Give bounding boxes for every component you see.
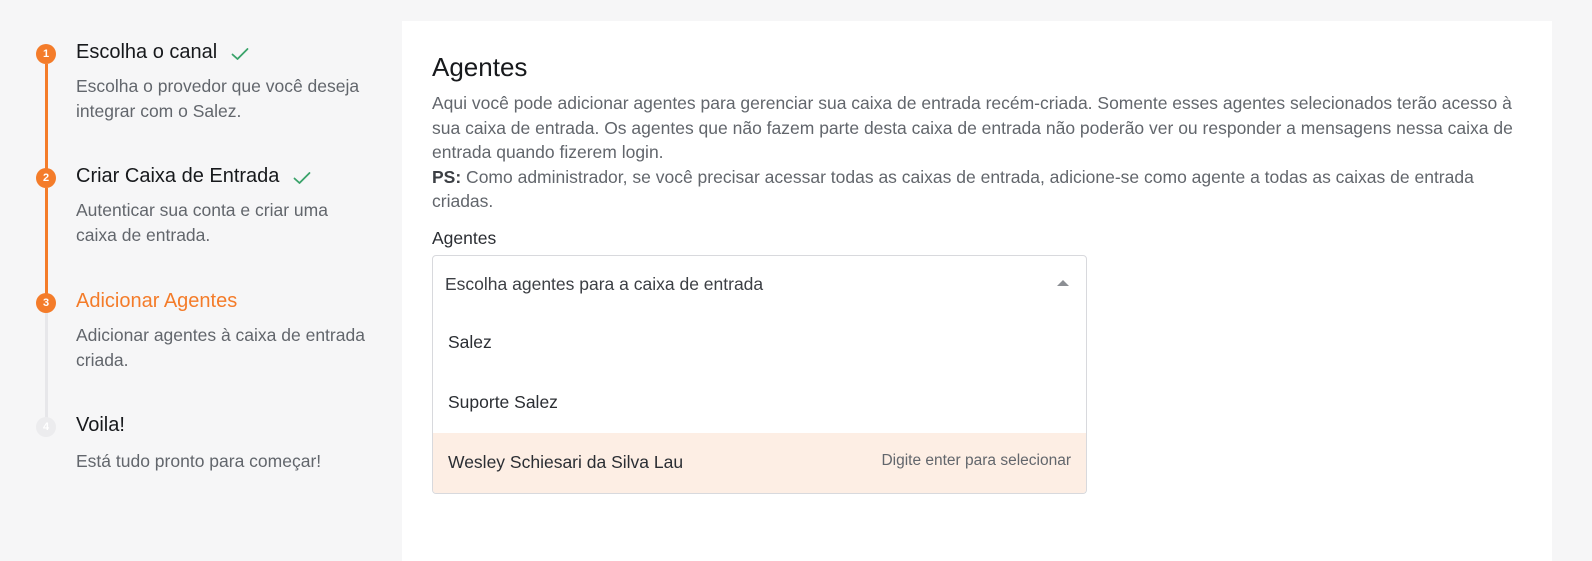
wizard-steps: 1 Escolha o canal Escolha o provedor que…	[0, 0, 400, 548]
ps-text: Como administrador, se você precisar ace…	[432, 166, 1474, 212]
description-text: Aqui você pode adicionar agentes para ge…	[432, 93, 1513, 162]
option-label: Suporte Salez	[448, 392, 558, 412]
step-description: Escolha o provedor que você deseja integ…	[76, 76, 360, 121]
caret-up-icon[interactable]	[1057, 280, 1069, 286]
agents-dropdown-list: Salez Suporte Salez Wesley Schiesari da …	[432, 313, 1087, 494]
agent-option-suporte-salez[interactable]: Suporte Salez	[433, 373, 1086, 433]
agents-multiselect[interactable]: Escolha agentes para a caixa de entrada	[432, 255, 1087, 314]
step-number: 1	[36, 44, 56, 64]
check-icon	[293, 168, 311, 191]
ps-label: PS:	[432, 166, 462, 187]
check-icon	[231, 44, 249, 67]
select-hint: Digite enter para selecionar	[881, 452, 1071, 469]
step-connector	[45, 188, 48, 308]
step-number: 4	[36, 417, 56, 437]
step-connector	[45, 64, 48, 184]
step-description: Adicionar agentes à caixa de entrada cri…	[76, 325, 365, 370]
agent-option-wesley[interactable]: Wesley Schiesari da Silva Lau Digite ent…	[433, 433, 1086, 493]
step-description: Autenticar sua conta e criar uma caixa d…	[76, 200, 328, 245]
step-description: Está tudo pronto para começar!	[76, 451, 322, 471]
step-title: Adicionar Agentes	[76, 290, 238, 312]
agents-field-label: Agentes	[432, 228, 497, 248]
step-connector	[45, 313, 48, 423]
option-label: Salez	[448, 332, 492, 352]
step-number: 2	[36, 168, 56, 188]
step-number: 3	[36, 293, 56, 313]
select-placeholder: Escolha agentes para a caixa de entrada	[445, 274, 764, 294]
option-label: Wesley Schiesari da Silva Lau	[448, 452, 684, 472]
panel-description: Aqui você pode adicionar agentes para ge…	[432, 91, 1527, 214]
page-title: Agentes	[432, 52, 528, 82]
step-title: Voila!	[76, 414, 125, 436]
agent-option-salez[interactable]: Salez	[433, 313, 1086, 373]
step-title: Criar Caixa de Entrada	[76, 165, 311, 191]
step-title: Escolha o canal	[76, 41, 249, 67]
add-agents-panel: Agentes Aqui você pode adicionar agentes…	[402, 21, 1552, 561]
